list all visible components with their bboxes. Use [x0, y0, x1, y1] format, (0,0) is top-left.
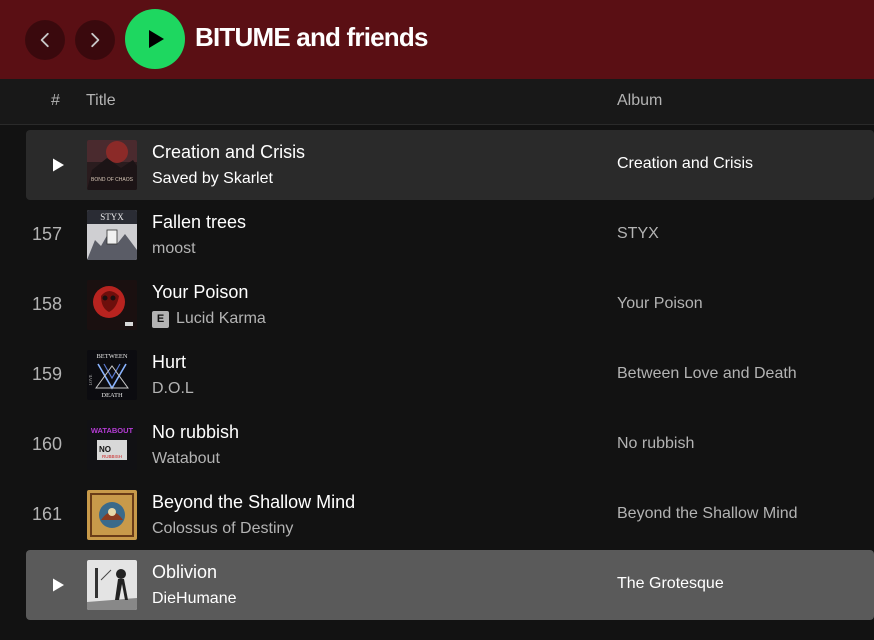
cover-text: STYX: [100, 212, 124, 222]
track-artist: Saved by Skarlet: [152, 170, 273, 188]
explicit-badge: E: [152, 310, 169, 328]
artist-name[interactable]: Saved by Skarlet: [152, 170, 273, 188]
track-artist: D.O.L: [152, 380, 194, 398]
track-row[interactable]: BOND OF CHAOS Creation and Crisis Saved …: [26, 130, 874, 200]
track-row[interactable]: 158 Your Poison E Lucid Karma Your Poiso…: [26, 270, 874, 340]
chevron-right-icon: [91, 32, 100, 48]
album-cover: [87, 560, 137, 610]
forward-button[interactable]: [75, 20, 115, 60]
track-artist: E Lucid Karma: [152, 310, 266, 328]
track-number: 157: [31, 224, 62, 244]
cover-text: WATABOUT: [91, 426, 134, 435]
artist-name[interactable]: moost: [152, 240, 196, 258]
cover-text: BOND OF CHAOS: [91, 177, 134, 183]
artist-name[interactable]: Watabout: [152, 450, 220, 468]
track-artist: moost: [152, 240, 196, 258]
album-cover: [87, 280, 137, 330]
track-title[interactable]: Hurt: [152, 352, 186, 373]
cover-text: RUBBISH: [102, 454, 122, 459]
track-number: 161: [31, 504, 62, 524]
track-album[interactable]: Creation and Crisis: [617, 155, 753, 173]
track-row[interactable]: 159 BETWEEN LOVE DEATH Hurt D.O.L Betwee…: [26, 340, 874, 410]
track-album[interactable]: The Grotesque: [617, 575, 724, 593]
track-title[interactable]: No rubbish: [152, 422, 239, 443]
track-artist: DieHumane: [152, 590, 236, 608]
track-row[interactable]: Oblivion DieHumane The Grotesque: [26, 550, 874, 620]
album-cover: STYX: [87, 210, 137, 260]
track-row[interactable]: 157 STYX Fallen trees moost STYX: [26, 200, 874, 270]
tracklist-header: # Title Album: [0, 79, 874, 125]
play-icon: [149, 30, 164, 48]
track-album[interactable]: STYX: [617, 225, 659, 243]
play-playlist-button[interactable]: [125, 9, 185, 69]
cover-text: BETWEEN: [96, 353, 127, 360]
artist-name[interactable]: Colossus of Destiny: [152, 520, 293, 538]
track-artist: Watabout: [152, 450, 220, 468]
artist-name[interactable]: D.O.L: [152, 380, 194, 398]
back-button[interactable]: [25, 20, 65, 60]
cover-text: NO: [99, 445, 111, 454]
album-cover: [87, 490, 137, 540]
album-cover: BETWEEN LOVE DEATH: [87, 350, 137, 400]
cover-text: DEATH: [101, 392, 123, 399]
column-header-title[interactable]: Title: [86, 92, 116, 110]
artist-name[interactable]: DieHumane: [152, 590, 236, 608]
column-header-album[interactable]: Album: [617, 92, 662, 110]
top-bar: BITUME and friends: [0, 0, 874, 79]
track-title[interactable]: Beyond the Shallow Mind: [152, 492, 355, 513]
track-album[interactable]: Your Poison: [617, 295, 703, 313]
play-icon[interactable]: [50, 577, 66, 593]
album-cover: WATABOUT NO RUBBISH: [87, 420, 137, 470]
track-title[interactable]: Fallen trees: [152, 212, 246, 233]
column-header-number[interactable]: #: [51, 92, 60, 110]
track-number: 160: [31, 434, 62, 454]
play-icon[interactable]: [50, 157, 66, 173]
track-album[interactable]: Between Love and Death: [617, 365, 797, 383]
track-number: 158: [31, 294, 62, 314]
track-album[interactable]: No rubbish: [617, 435, 694, 453]
cover-text: LOVE: [88, 374, 93, 385]
track-row[interactable]: 161 Beyond the Shallow Mind Colossus of …: [26, 480, 874, 550]
chevron-left-icon: [40, 32, 49, 48]
album-cover: BOND OF CHAOS: [87, 140, 137, 190]
track-title[interactable]: Oblivion: [152, 562, 217, 583]
track-album[interactable]: Beyond the Shallow Mind: [617, 505, 798, 523]
track-title[interactable]: Your Poison: [152, 282, 248, 303]
track-row[interactable]: 160 WATABOUT NO RUBBISH No rubbish Watab…: [26, 410, 874, 480]
track-artist: Colossus of Destiny: [152, 520, 293, 538]
track-number: 159: [31, 364, 62, 384]
playlist-title: BITUME and friends: [195, 22, 428, 52]
artist-name[interactable]: Lucid Karma: [176, 310, 266, 328]
track-title[interactable]: Creation and Crisis: [152, 142, 305, 163]
